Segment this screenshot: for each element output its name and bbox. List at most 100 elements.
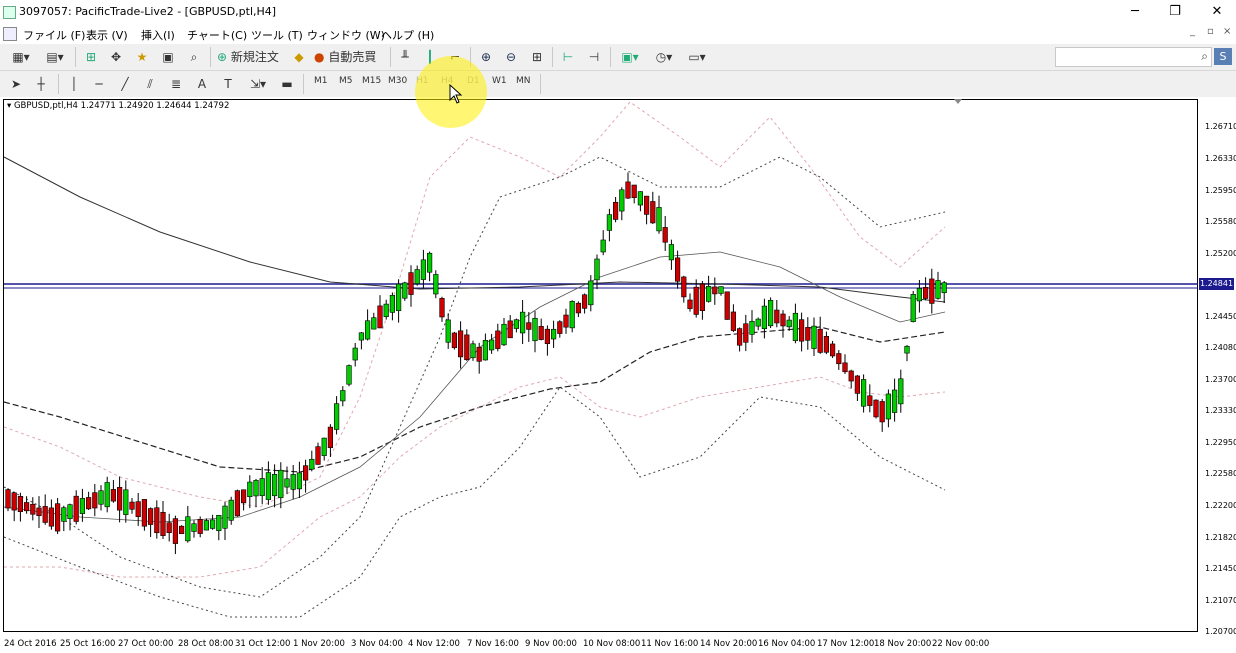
price-tick-label: 1.24450 (1205, 311, 1236, 321)
candle-body (265, 472, 272, 500)
timeframe-m15[interactable]: M15 (362, 76, 381, 86)
horizontal-line-icon[interactable]: ─ (91, 75, 107, 93)
candle-body (811, 325, 817, 349)
templates-icon[interactable]: ▭▾ (683, 48, 711, 66)
text-tool-icon[interactable]: A (194, 75, 210, 93)
period-separator-icon[interactable]: ▬ (279, 75, 295, 93)
periods-icon[interactable]: ◷▾ (650, 48, 678, 66)
candle-body (5, 489, 11, 509)
arrows-icon[interactable]: ⇲▾ (244, 75, 272, 93)
tile-windows-icon[interactable]: ⊞ (528, 48, 546, 66)
bar-chart-icon[interactable]: ╨ (396, 48, 414, 66)
chart-restore-button[interactable]: ▫ (1207, 26, 1214, 37)
candlestick (117, 476, 123, 523)
candlestick (922, 277, 929, 301)
price-tick-label: 1.22950 (1205, 437, 1236, 447)
candle-body (774, 309, 780, 324)
trendline-icon[interactable]: ╱ (117, 75, 133, 93)
candlestick (141, 499, 148, 531)
timeframe-mn[interactable]: MN (516, 76, 531, 86)
zoom-in-icon[interactable]: ⊕ (477, 48, 495, 66)
menu-window[interactable]: ウィンドウ (W) (307, 27, 385, 43)
zoom-out-icon[interactable]: ⊖ (502, 48, 520, 66)
terminal-icon[interactable]: ▣ (159, 48, 177, 66)
menu-file[interactable]: ファイル (F) (23, 27, 85, 43)
timeframe-m30[interactable]: M30 (388, 76, 407, 86)
long-ma-line (3, 156, 946, 303)
timeframe-m1[interactable]: M1 (314, 76, 328, 86)
minimize-button[interactable]: ─ (1122, 3, 1148, 21)
candle-body (395, 283, 402, 311)
text-label-icon[interactable]: T (220, 75, 236, 93)
app-icon (3, 6, 16, 19)
new-chart-icon[interactable]: ▦▾ (6, 48, 36, 66)
candlestick (612, 196, 619, 223)
candlestick (898, 369, 904, 413)
menu-help[interactable]: ヘルプ (H) (381, 27, 434, 43)
candle-body (408, 272, 414, 295)
candle-body (767, 299, 774, 327)
market-watch-icon[interactable]: ⊞ (82, 48, 100, 66)
chart-window[interactable]: ▾ GBPUSD,ptl,H4 1.24771 1.24920 1.24644 … (0, 97, 1236, 653)
chart-shift-icon[interactable]: ⊣ (585, 48, 603, 66)
search-icon[interactable]: ⌕ (1201, 49, 1208, 64)
menu-tools[interactable]: ツール (T) (251, 27, 303, 43)
navigator-icon[interactable]: ★ (133, 48, 151, 66)
candle-body (296, 472, 303, 490)
close-button[interactable]: ✕ (1204, 3, 1230, 21)
cursor-tool-icon[interactable]: ➤ (8, 75, 24, 93)
candlestick (941, 280, 947, 304)
candlestick (476, 342, 482, 374)
menu-chart[interactable]: チャート(C) (187, 27, 247, 43)
candlestick (67, 503, 73, 531)
maximize-button[interactable]: ❐ (1162, 3, 1188, 21)
timeframe-m5[interactable]: M5 (339, 76, 353, 86)
candle-body (829, 343, 836, 357)
channel-icon[interactable]: ⫽ (142, 75, 158, 93)
metaeditor-icon[interactable]: ◆ (290, 48, 308, 66)
fibonacci-icon[interactable]: ≣ (168, 75, 184, 93)
time-tick-label: 1 Nov 20:00 (293, 639, 345, 649)
candle-body (550, 328, 557, 340)
menu-insert[interactable]: 挿入(I) (141, 27, 175, 43)
candle-body (11, 492, 17, 511)
data-window-icon[interactable]: ✥ (107, 48, 125, 66)
candlestick (488, 333, 495, 354)
candle-body (910, 294, 916, 322)
vertical-line-icon[interactable]: │ (66, 75, 82, 93)
community-icon[interactable]: S (1214, 48, 1232, 65)
chart-window-icon (3, 27, 17, 41)
search-input[interactable]: ⌕ (1055, 47, 1212, 67)
candlestick (817, 316, 823, 354)
candle-body (302, 465, 309, 481)
candlestick (352, 342, 358, 367)
chart-close-button[interactable]: × (1223, 26, 1231, 37)
chart-shift-marker-icon[interactable] (954, 99, 962, 104)
candle-body (426, 252, 433, 273)
candlestick (619, 187, 625, 221)
candle-body (922, 287, 929, 299)
crosshair-icon[interactable]: ┼ (33, 75, 49, 93)
candlestick (92, 484, 98, 517)
candlestick (557, 320, 563, 338)
price-chart[interactable] (0, 97, 1236, 653)
candle-body (141, 499, 148, 527)
auto-trading-button[interactable]: ● 自動売買 (314, 48, 384, 66)
candle-body (761, 305, 767, 330)
new-order-button[interactable]: ⊕ 新規注文 (217, 48, 287, 66)
menu-view[interactable]: 表示 (V) (86, 27, 128, 43)
price-tick-label: 1.26330 (1205, 153, 1236, 163)
strategy-tester-icon[interactable]: ⌕ (185, 48, 203, 66)
chart-minimize-button[interactable]: _ (1190, 26, 1195, 37)
candlestick (383, 299, 389, 320)
candlestick (631, 184, 637, 204)
candlestick (61, 505, 67, 532)
candlestick (166, 513, 172, 542)
candle-body (216, 514, 222, 532)
indicators-icon[interactable]: ▣▾ (616, 48, 644, 66)
candlestick (470, 340, 476, 361)
candlestick (445, 313, 451, 349)
profiles-icon[interactable]: ▤▾ (40, 48, 70, 66)
timeframe-w1[interactable]: W1 (492, 76, 507, 86)
auto-scroll-icon[interactable]: ⊢ (559, 48, 577, 66)
